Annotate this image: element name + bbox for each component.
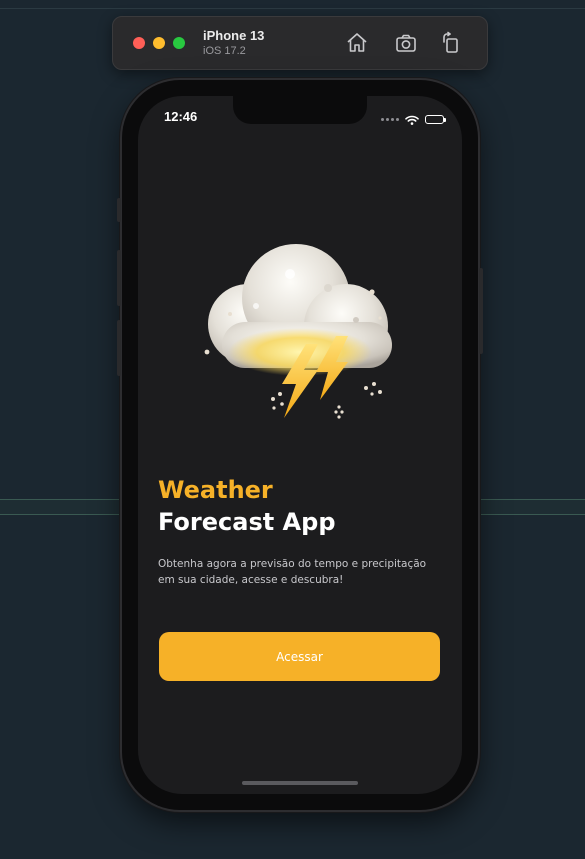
desktop-top-edge <box>0 0 585 9</box>
minimize-window-button[interactable] <box>153 37 165 49</box>
zoom-window-button[interactable] <box>173 37 185 49</box>
volume-up-button <box>117 250 121 306</box>
onboarding-description: Obtenha agora a previsão do tempo e prec… <box>158 558 427 586</box>
camera-icon[interactable] <box>394 31 418 55</box>
power-button <box>479 268 483 354</box>
page-title: Forecast App <box>158 508 336 536</box>
storm-cloud-icon <box>178 234 408 424</box>
title-accent: Weather <box>158 476 273 504</box>
close-window-button[interactable] <box>133 37 145 49</box>
status-time: 12:46 <box>164 109 198 124</box>
home-indicator[interactable] <box>242 781 358 785</box>
volume-down-button <box>117 320 121 376</box>
device-os-version: iOS 17.2 <box>203 45 246 57</box>
app-screen: 12:46 Weather Forecast App Obtenha agora… <box>138 96 462 794</box>
rotate-icon[interactable] <box>439 31 463 55</box>
status-icons <box>381 110 446 129</box>
iphone-frame: 12:46 Weather Forecast App Obtenha agora… <box>117 80 483 810</box>
notch <box>233 96 367 124</box>
simulator-toolbar: iPhone 13 iOS 17.2 <box>112 16 488 70</box>
wifi-icon <box>405 110 419 129</box>
signal-icon <box>381 118 399 121</box>
mute-switch <box>117 198 121 222</box>
access-button[interactable]: Acessar <box>159 632 440 681</box>
battery-icon <box>425 115 446 124</box>
device-name: iPhone 13 <box>203 28 265 43</box>
home-icon[interactable] <box>345 31 369 55</box>
